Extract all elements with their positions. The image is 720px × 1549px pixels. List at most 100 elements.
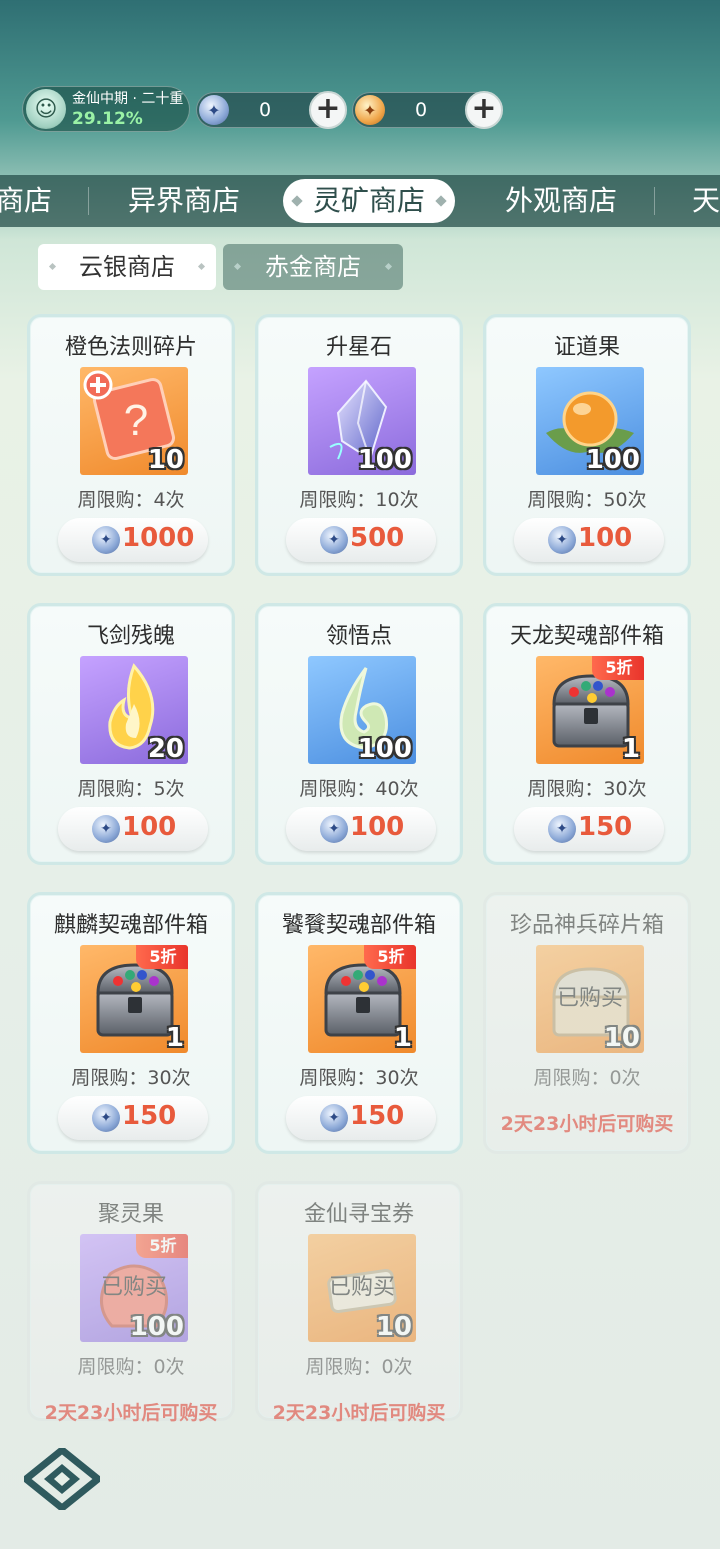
tab-spirit-mine-shop[interactable]: 灵矿商店: [283, 179, 456, 223]
item-image: 100: [536, 367, 644, 475]
silver-coin-icon: ✦: [320, 1104, 348, 1132]
purchase-limit: 周限购：0次: [533, 1067, 641, 1089]
menu-logo-icon[interactable]: [24, 1448, 100, 1510]
item-quantity: 100: [357, 445, 412, 475]
realm-badge[interactable]: ☺ 金仙中期 · 二十重 29.12%: [22, 86, 190, 132]
purchase-limit: 周限购：40次: [299, 778, 419, 800]
purchased-label: 已购买: [328, 1275, 395, 1300]
tab-divider: [654, 187, 655, 215]
purchase-limit: 周限购：10次: [299, 489, 419, 511]
realm-name: 金仙中期 · 二十重: [72, 91, 184, 107]
item-quantity: 100: [585, 445, 640, 475]
discount-badge: 5折: [364, 945, 416, 969]
purchase-limit: 周限购：50次: [527, 489, 647, 511]
silver-coin-icon: ✦: [320, 526, 348, 554]
shop-item-card[interactable]: 橙色法则碎片 ? 10 周限购：4次 ✦ 1000: [27, 314, 235, 576]
restock-timer: 2天23小时后可购买: [44, 1402, 218, 1424]
silver-coin-icon: ✦: [92, 815, 120, 843]
add-gold-button[interactable]: +: [465, 91, 503, 129]
item-name: 天龙契魂部件箱: [509, 624, 664, 649]
discount-badge: 5折: [136, 945, 188, 969]
item-quantity: 100: [129, 1312, 184, 1342]
item-price: 150: [350, 1101, 405, 1131]
shop-item-card[interactable]: 升星石 100 周限购：10次 ✦ 500: [255, 314, 463, 576]
shop-item-card-sold-out: 金仙寻宝券 10 已购买 周限购：0次 2天23小时后可购买: [255, 1181, 463, 1424]
tab-shop[interactable]: 商店: [0, 175, 52, 227]
subtab-cloud-silver-shop[interactable]: 云银商店: [38, 244, 216, 290]
item-name: 珍品神兵碎片箱: [509, 913, 664, 938]
gold-amount: 0: [415, 99, 428, 121]
item-quantity: 100: [357, 734, 412, 764]
buy-button[interactable]: ✦ 500: [286, 518, 436, 562]
tab-divider: [88, 187, 89, 215]
item-image: 20: [80, 656, 188, 764]
shop-item-card-sold-out: 珍品神兵碎片箱 10 已购买 周限购：0次 2天23小时后可购买: [483, 892, 691, 1154]
item-quantity: 10: [375, 1312, 412, 1342]
purchase-limit: 周限购：30次: [71, 1067, 191, 1089]
shop-item-card[interactable]: 天龙契魂部件箱 5折 1 周限购：30次 ✦ 150: [483, 603, 691, 865]
shop-item-card[interactable]: 领悟点 100 周限购：40次 ✦ 100: [255, 603, 463, 865]
buy-button[interactable]: ✦ 150: [58, 1096, 208, 1140]
silver-coin-icon: ✦: [92, 526, 120, 554]
buy-button[interactable]: ✦ 100: [286, 807, 436, 851]
buy-button[interactable]: ✦ 150: [514, 807, 664, 851]
realm-progress: 29.12%: [72, 109, 143, 129]
purchase-limit: 周限购：5次: [77, 778, 185, 800]
item-price: 1000: [122, 523, 195, 553]
gold-coin-icon: ✦: [355, 95, 385, 125]
item-name: 证道果: [553, 335, 620, 360]
restock-timer: 2天23小时后可购买: [272, 1402, 446, 1424]
silver-coin-icon: ✦: [548, 815, 576, 843]
item-name: 聚灵果: [97, 1202, 164, 1227]
item-quantity: 1: [393, 1023, 412, 1053]
shop-item-card[interactable]: 飞剑残魄 20 周限购：5次 ✦ 100: [27, 603, 235, 865]
item-name: 领悟点: [325, 624, 392, 649]
silver-coin-icon: ✦: [320, 815, 348, 843]
shop-item-card[interactable]: 麒麟契魂部件箱 5折 1 周限购：30次 ✦ 150: [27, 892, 235, 1154]
buy-button[interactable]: ✦ 150: [286, 1096, 436, 1140]
tab-otherworld-shop[interactable]: 异界商店: [128, 175, 240, 227]
item-price: 150: [122, 1101, 177, 1131]
discount-badge: 5折: [136, 1234, 188, 1258]
item-name: 饕餮契魂部件箱: [281, 913, 436, 938]
item-quantity: 1: [165, 1023, 184, 1053]
item-name: 升星石: [325, 335, 392, 360]
subtab-red-gold-shop[interactable]: 赤金商店: [223, 244, 403, 290]
item-price: 100: [122, 812, 177, 842]
silver-coin-icon: ✦: [92, 1104, 120, 1132]
discount-badge: 5折: [592, 656, 644, 680]
svg-text:?: ?: [124, 396, 148, 445]
silver-coin-icon: ✦: [548, 526, 576, 554]
tab-appearance-shop[interactable]: 外观商店: [505, 175, 617, 227]
purchased-label: 已购买: [100, 1275, 167, 1300]
shop-tab-bar: 商店 异界商店 灵矿商店 外观商店 天: [0, 175, 720, 227]
purchase-limit: 周限购：4次: [77, 489, 185, 511]
silver-currency: ✦ 0 +: [196, 91, 347, 129]
silver-coin-icon: ✦: [199, 95, 229, 125]
item-name: 飞剑残魄: [86, 624, 175, 649]
item-image: 5折 1: [308, 945, 416, 1053]
item-name: 麒麟契魂部件箱: [53, 913, 208, 938]
add-silver-button[interactable]: +: [309, 91, 347, 129]
gold-currency: ✦ 0 +: [352, 91, 503, 129]
item-image: 100: [308, 656, 416, 764]
shop-item-card[interactable]: 证道果 100 周限购：50次 ✦ 100: [483, 314, 691, 576]
purchase-limit: 周限购：0次: [77, 1356, 185, 1378]
purchase-limit: 周限购：30次: [299, 1067, 419, 1089]
purchased-label: 已购买: [556, 986, 623, 1011]
purchase-limit: 周限购：0次: [305, 1356, 413, 1378]
item-quantity: 10: [147, 445, 184, 475]
item-image: ? 10: [80, 367, 188, 475]
buy-button[interactable]: ✦ 1000: [58, 518, 208, 562]
restock-timer: 2天23小时后可购买: [500, 1113, 674, 1135]
shop-item-card-sold-out: 聚灵果 5折 100 已购买 周限购：0次 2天23小时后可购买: [27, 1181, 235, 1424]
buy-button[interactable]: ✦ 100: [58, 807, 208, 851]
item-name: 橙色法则碎片: [64, 335, 197, 360]
avatar: ☺: [26, 89, 66, 129]
tab-more[interactable]: 天: [692, 175, 720, 227]
item-quantity: 10: [603, 1023, 640, 1053]
shop-item-card[interactable]: 饕餮契魂部件箱 5折 1 周限购：30次 ✦ 150: [255, 892, 463, 1154]
item-price: 150: [578, 812, 633, 842]
purchase-limit: 周限购：30次: [527, 778, 647, 800]
buy-button[interactable]: ✦ 100: [514, 518, 664, 562]
